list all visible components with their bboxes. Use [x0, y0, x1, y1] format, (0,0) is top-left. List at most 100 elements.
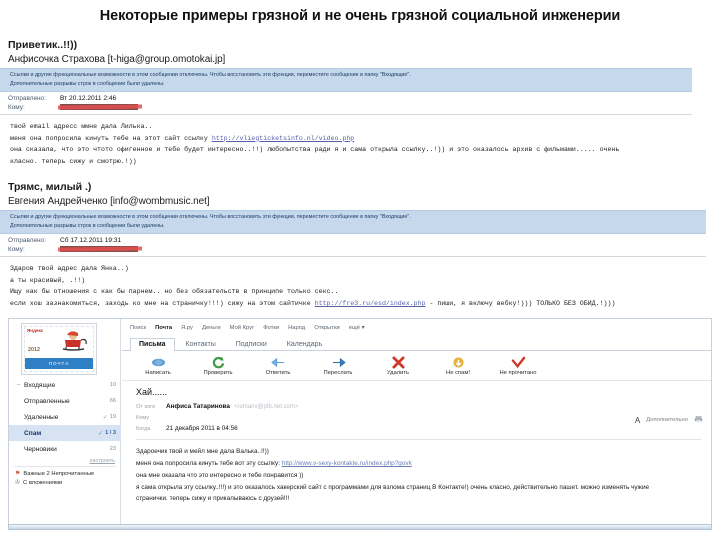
forward-icon: [331, 356, 346, 369]
email1-redacted-recipient: [60, 104, 138, 111]
folder-count: 1 / 3: [105, 430, 116, 436]
folder-count: 66: [109, 398, 116, 404]
toolbar-reply-button[interactable]: Ответить: [248, 356, 308, 376]
topnav-item-postcards[interactable]: Открытки: [314, 325, 340, 331]
message-date-label: Когда: [136, 425, 151, 432]
email1-sender: Анфисочка Страхова [t-higa@group.omotoka…: [8, 54, 226, 65]
font-size-icon[interactable]: A: [635, 416, 640, 425]
folder-item-inbox[interactable]: – Входящие 10: [9, 377, 121, 393]
folder-label: Спам: [24, 429, 42, 437]
email1-sent-label: Отправлено:: [8, 94, 46, 102]
email1-body-line-4: класно. теперь сижу и смотрю.!)): [10, 158, 137, 166]
tab-subscriptions[interactable]: Подписки: [227, 338, 276, 350]
check-icon: ✓: [102, 414, 108, 421]
folder-count: 23: [109, 446, 116, 452]
message-from-row: От кого Анфиса Татаринова <romanv@ptb.ne…: [136, 401, 701, 412]
unread-icon: [511, 356, 526, 369]
stamp-banner-label: ПОЧТА: [25, 358, 93, 369]
topnav-item-money[interactable]: Деньги: [202, 325, 221, 331]
stamp-year-label: 2012: [28, 347, 40, 353]
email1-body-link[interactable]: http://vliegticketsinfo.nl/video.php: [212, 135, 354, 142]
sled-illustration-icon: [62, 331, 87, 351]
yandex-toolbar: Написать Проверить Ответить Переслать Уд…: [122, 351, 711, 381]
email1-banner-line-1: Ссылки и другие функциональные возможнос…: [10, 72, 411, 78]
tag-item-attachments[interactable]: ✇ С вложениями: [9, 478, 121, 487]
email2-body-link[interactable]: http://fre3.ru/esd/index.php: [315, 300, 426, 307]
delete-icon: [391, 356, 406, 369]
toolbar-not-spam-button[interactable]: Не спам!: [428, 356, 488, 376]
stamp-inner: Яндекс 2012 ПОЧТА: [24, 326, 94, 372]
toolbar-compose-button[interactable]: Написать: [128, 356, 188, 376]
message-to-label: Кому: [136, 414, 150, 421]
yandex-sidebar: Яндекс 2012 ПОЧТА – Входящие 10 Отправле…: [9, 319, 121, 527]
topnav-item-search[interactable]: Поиск: [130, 325, 146, 331]
email2-body-line-2: а ты красивый, .!!): [10, 276, 86, 284]
email2-banner-line-1: Ссылки и другие функциональные возможнос…: [10, 214, 411, 220]
email2-banner-line-2: Дополнительные разрывы строк в сообщении…: [10, 222, 165, 229]
refresh-icon: [211, 356, 226, 369]
message-more-link[interactable]: Дополнительно: [646, 417, 688, 423]
email1-sent-row: Отправлено: Вт 20.12.2011 2:46: [0, 94, 692, 103]
topnav-item-yaru[interactable]: Я.ру: [181, 325, 193, 331]
email1-headers: Отправлено: Вт 20.12.2011 2:46 Кому:: [0, 92, 692, 114]
topnav-item-mail[interactable]: Почта: [155, 325, 172, 331]
folder-item-spam[interactable]: Спам ✓ 1 / 3: [9, 425, 121, 441]
email2-info-banner: Ссылки и другие функциональные возможнос…: [0, 210, 706, 234]
email1-info-banner: Ссылки и другие функциональные возможнос…: [0, 68, 692, 92]
yandex-tabs: Письма Контакты Подписки Календарь: [122, 334, 711, 351]
email2-sent-label: Отправлено:: [8, 236, 46, 244]
toolbar-check-button[interactable]: Проверить: [188, 356, 248, 376]
yandex-body-line-5: странички. теперь сижу и прикалываюсь с …: [136, 495, 290, 503]
collapse-icon[interactable]: –: [17, 382, 24, 388]
folder-settings-link[interactable]: настроить: [9, 458, 121, 464]
tag-item-important[interactable]: ⚑ Важные 2 Непрочитанные: [9, 469, 121, 478]
toolbar-label: Не спам!: [446, 370, 470, 376]
print-icon[interactable]: [694, 415, 703, 425]
toolbar-label: Удалить: [386, 370, 410, 376]
page-title: Некоторые примеры грязной и не очень гря…: [99, 8, 621, 24]
toolbar-mark-unread-button[interactable]: Не прочитано: [488, 356, 548, 376]
email2-body-line-1: Здаров твой адрес дала Янка..): [10, 264, 129, 272]
flag-icon: ⚑: [15, 471, 21, 477]
tab-calendar[interactable]: Календарь: [278, 338, 331, 350]
tab-contacts[interactable]: Контакты: [177, 338, 225, 350]
tab-messages[interactable]: Письма: [130, 338, 175, 351]
tag-label: С вложениями: [23, 479, 63, 486]
email2-body: Здаров твой адрес дала Янка..) а ты крас…: [0, 257, 706, 316]
toolbar-label: Ответить: [265, 370, 291, 376]
yandex-body-line-2-text: меня она попросила кинуть тебе вот эту с…: [136, 459, 282, 467]
topnav-item-narod[interactable]: Народ: [288, 325, 305, 331]
yandex-body-link[interactable]: http://www.v-sexy-kontakte.ru/index.php?…: [282, 460, 412, 467]
toolbar-delete-button[interactable]: Удалить: [368, 356, 428, 376]
email2-body-tail: - пиши, я включу вебку!))) ТОЛЬКО БЕЗ ОБ…: [425, 300, 616, 308]
compose-icon: [151, 356, 166, 369]
yandex-body-line-4: я сама открыла эту ссылку..!!!) и это ок…: [136, 483, 650, 491]
yandex-body-line-1: Здароечик твой и мейл мне дала Валька..!…: [136, 448, 269, 455]
message-to-row: Кому: [136, 412, 701, 423]
message-from-label: От кого: [136, 403, 156, 410]
window-bottom-bar: [8, 524, 712, 530]
yandex-message-body: Здароечик твой и мейл мне дала Валька..!…: [122, 440, 711, 505]
message-from-name[interactable]: Анфиса Татаринова: [166, 403, 230, 410]
email2-to-label: Кому:: [8, 245, 25, 253]
folder-item-deleted[interactable]: Удаленные ✓ 19: [9, 409, 121, 425]
email1-body-line-3: она сказала, что это чтото офигенное и т…: [10, 146, 620, 154]
toolbar-label: Не прочитано: [499, 370, 537, 376]
sidebar-divider: [14, 466, 116, 467]
folder-count: 10: [109, 382, 116, 388]
email2-to-row: Кому:: [0, 245, 706, 254]
topnav-item-moikrug[interactable]: Мой Круг: [230, 325, 255, 331]
email1-body-line-2: меня она попросила кинуть тебе на этот с…: [10, 133, 688, 145]
paperclip-icon: ✇: [15, 480, 21, 486]
email-screenshot-2: Трямс, милый .) Евгения Андрейченко [inf…: [0, 178, 706, 316]
email1-body: твой email адресс ммне дала Лилька.. мен…: [0, 115, 692, 174]
topnav-item-fotki[interactable]: Фотки: [263, 325, 279, 331]
not-spam-icon: [451, 356, 466, 369]
yandex-body-line-2: меня она попросила кинуть тебе вот эту с…: [136, 458, 703, 470]
message-actions: A Дополнительно: [635, 415, 703, 425]
folder-item-sent[interactable]: Отправленные 66: [9, 393, 121, 409]
toolbar-forward-button[interactable]: Переслать: [308, 356, 368, 376]
topnav-item-more[interactable]: ещё ▾: [349, 325, 365, 331]
folder-item-drafts[interactable]: Черновики 23: [9, 441, 121, 457]
folder-label: Удаленные: [24, 413, 59, 421]
